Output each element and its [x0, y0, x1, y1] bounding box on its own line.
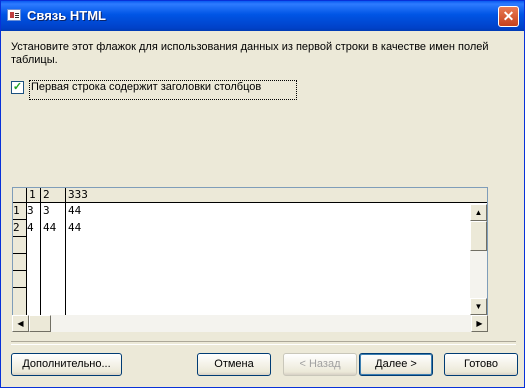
back-button[interactable]: < Назад	[283, 353, 357, 376]
grid-header-row: 1 2 333	[13, 188, 487, 203]
finish-button[interactable]: Готово	[444, 353, 518, 376]
vertical-scroll-thumb[interactable]	[470, 221, 487, 251]
window-title: Связь HTML	[27, 8, 106, 23]
column-header: 1	[29, 188, 36, 201]
header-row-checkbox[interactable]: ✓	[11, 81, 24, 94]
row-number	[13, 271, 26, 288]
row-number: 2	[13, 220, 26, 237]
horizontal-scrollbar[interactable]: ◀ ▶	[12, 315, 488, 332]
horizontal-scroll-thumb[interactable]	[29, 315, 51, 332]
column-divider	[65, 188, 66, 316]
advanced-button[interactable]: Дополнительно...	[11, 353, 122, 376]
column-header: 333	[68, 188, 88, 201]
grid-cell: 44	[68, 221, 82, 234]
grid-cell: 44	[43, 221, 57, 234]
grid-cell: 44	[68, 204, 82, 217]
vertical-scrollbar[interactable]: ▲ ▼	[470, 204, 487, 315]
title-bar[interactable]: Связь HTML ✕	[1, 1, 524, 31]
grid-cell: 4	[27, 221, 34, 234]
header-row-checkbox-label[interactable]: Первая строка содержит заголовки столбцо…	[29, 80, 297, 100]
instruction-text: Установите этот флажок для использования…	[11, 41, 489, 66]
scroll-left-arrow-icon[interactable]: ◀	[12, 315, 29, 332]
scroll-down-arrow-icon[interactable]: ▼	[470, 298, 487, 315]
table-icon	[7, 9, 21, 21]
scroll-right-arrow-icon[interactable]: ▶	[471, 315, 488, 332]
column-header: 2	[43, 188, 50, 201]
row-number: 1	[13, 203, 26, 220]
row-number	[13, 237, 26, 254]
separator	[11, 341, 516, 345]
cancel-button[interactable]: Отмена	[197, 353, 271, 376]
close-button[interactable]: ✕	[498, 6, 519, 27]
scroll-up-arrow-icon[interactable]: ▲	[470, 204, 487, 221]
row-number	[13, 254, 26, 271]
column-divider	[40, 188, 41, 316]
data-preview-grid: 1 2 333 1 3 3 44 2 4 44 44 ▲ ▼	[12, 187, 488, 317]
html-link-dialog: Связь HTML ✕ Установите этот флажок для …	[0, 0, 525, 388]
row-number	[13, 288, 26, 316]
next-button[interactable]: Далее >	[359, 353, 433, 376]
grid-cell: 3	[43, 204, 50, 217]
grid-cell: 3	[27, 204, 34, 217]
